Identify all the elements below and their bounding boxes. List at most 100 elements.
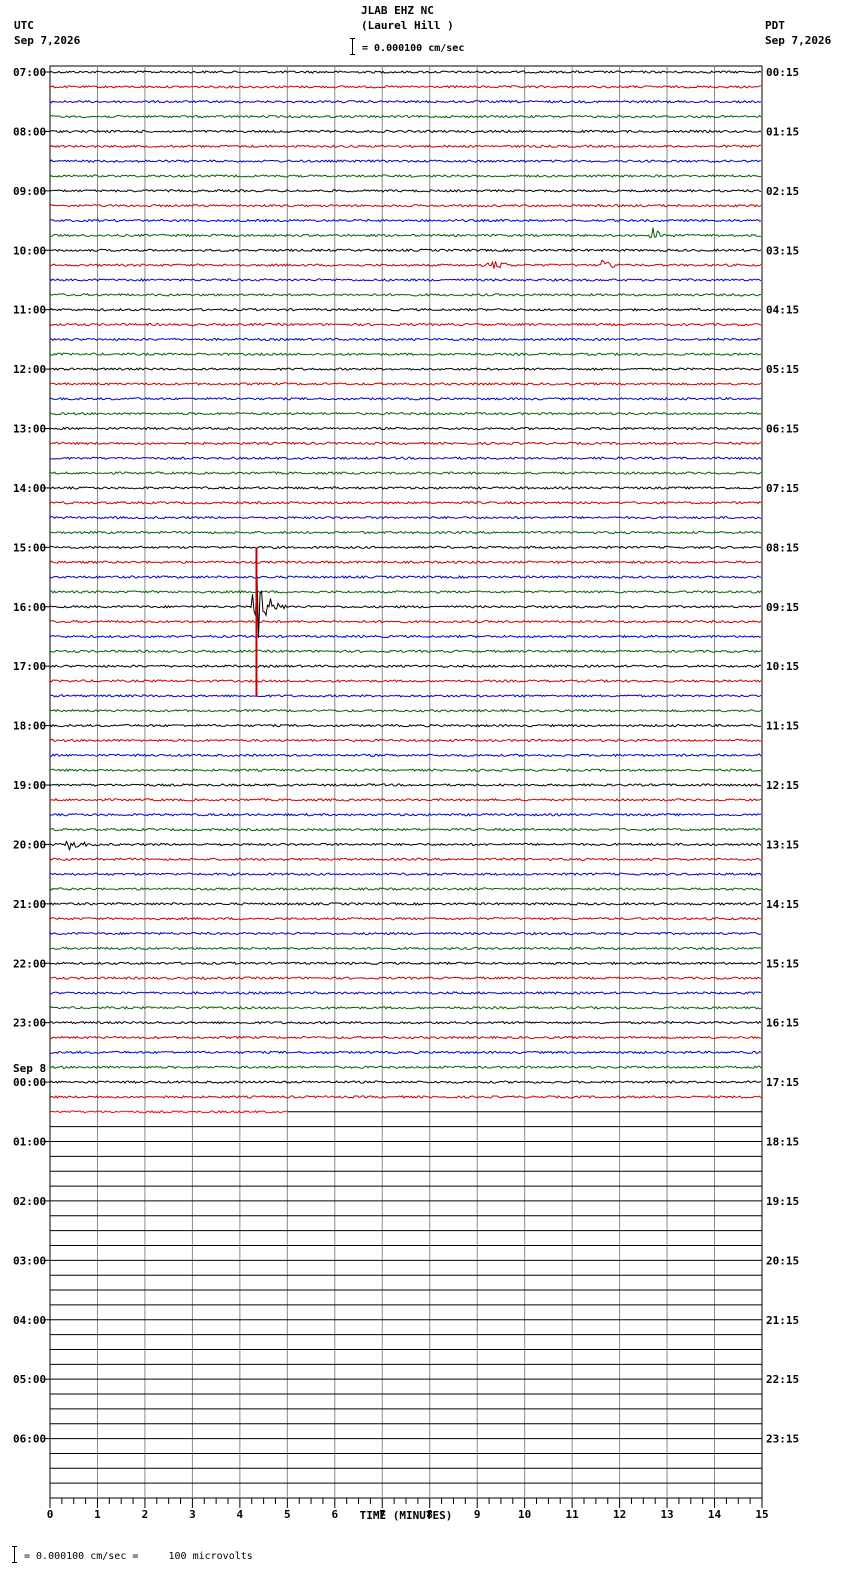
utc-hour-label: 23:00: [13, 1017, 46, 1030]
pdt-hour-label: 01:15: [766, 125, 799, 138]
pdt-hour-label: 04:15: [766, 304, 799, 317]
pdt-hour-label: 08:15: [766, 541, 799, 554]
x-tick-label: 9: [474, 1508, 481, 1521]
utc-hour-label: 05:00: [13, 1373, 46, 1386]
trace-line: [49, 840, 762, 851]
seismogram-plot: 07:00 00:15 08:00 01:15 09:00 02:15 10:00 03:15…: [13, 65, 799, 1522]
pdt-hour-label: 12:15: [766, 779, 799, 792]
utc-hour-label: 14:00: [13, 482, 46, 495]
trace-line: [49, 456, 762, 461]
trace-line: [49, 723, 762, 728]
trace-line: [49, 575, 762, 579]
x-tick-label: 15: [755, 1508, 768, 1521]
utc-hour-label: 09:00: [13, 185, 46, 198]
trace-line: [49, 1110, 288, 1114]
trace-line: [49, 396, 762, 401]
trace-line: [49, 1035, 762, 1040]
trace-line: [49, 188, 762, 193]
utc-hour-label: 11:00: [13, 304, 46, 317]
footer-scale-text: = 0.000100 cm/sec = 100 microvolts: [24, 1551, 253, 1562]
x-tick-label: 5: [284, 1508, 291, 1521]
pdt-hour-label: 13:15: [766, 838, 799, 851]
trace-line: [49, 278, 762, 282]
utc-hour-label: 21:00: [13, 898, 46, 911]
pdt-hour-label: 02:15: [766, 185, 799, 198]
trace-line: [49, 259, 762, 269]
trace-line: [49, 783, 762, 787]
utc-hour-label: 17:00: [13, 660, 46, 673]
trace-line: [49, 887, 762, 891]
trace-line: [49, 248, 762, 253]
trace-line: [49, 872, 762, 876]
x-tick-label: 10: [518, 1508, 531, 1521]
trace-line: [49, 827, 762, 832]
x-axis-label: TIME (MINUTES): [360, 1509, 453, 1522]
trace-line: [49, 292, 762, 297]
trace-line: [49, 381, 762, 386]
utc-hour-label: 15:00: [13, 541, 46, 554]
trace-line: [49, 753, 762, 758]
trace-line: [49, 574, 762, 638]
utc-hour-label: 13:00: [13, 423, 46, 436]
utc-hour-label: 18:00: [13, 720, 46, 733]
trace-line: [49, 857, 762, 862]
trace-line: [49, 901, 762, 906]
trace-line: [49, 159, 762, 163]
trace-line: [49, 515, 762, 520]
x-tick-label: 12: [613, 1508, 626, 1521]
date-change-label: Sep 8: [13, 1062, 46, 1075]
trace-line: [49, 218, 762, 223]
pdt-hour-label: 15:15: [766, 957, 799, 970]
trace-line: [49, 367, 762, 372]
trace-line: [50, 946, 762, 951]
trace-line: [49, 174, 762, 178]
trace-line: [49, 352, 762, 357]
pdt-hour-label: 16:15: [766, 1017, 799, 1030]
x-tick-label: 1: [94, 1508, 101, 1521]
trace-line: [49, 1050, 762, 1055]
pdt-hour-label: 19:15: [766, 1195, 799, 1208]
pdt-hour-label: 06:15: [766, 423, 799, 436]
trace-line: [49, 634, 762, 639]
utc-hour-label: 07:00: [13, 66, 46, 79]
trace-line: [49, 560, 762, 565]
trace-line: [49, 798, 762, 802]
trace-line: [50, 694, 762, 698]
pdt-hour-label: 00:15: [766, 66, 799, 79]
trace-line: [49, 679, 762, 683]
utc-hour-label: 06:00: [13, 1433, 46, 1446]
utc-hour-label: 10:00: [13, 244, 46, 257]
trace-line: [49, 530, 762, 535]
pdt-hour-label: 09:15: [766, 601, 799, 614]
pdt-hour-label: 03:15: [766, 244, 799, 257]
pdt-hour-label: 07:15: [766, 482, 799, 495]
trace-line: [49, 426, 762, 431]
utc-hour-label: 12:00: [13, 363, 46, 376]
x-tick-label: 0: [47, 1508, 54, 1521]
pdt-hour-label: 05:15: [766, 363, 799, 376]
pdt-hour-label: 21:15: [766, 1314, 799, 1327]
footer-scale-icon: [12, 1546, 17, 1563]
trace-line: [49, 991, 762, 995]
pdt-hour-label: 22:15: [766, 1373, 799, 1386]
trace-line: [49, 203, 762, 208]
trace-line: [49, 471, 762, 475]
utc-hour-label: 19:00: [13, 779, 46, 792]
pdt-hour-label: 17:15: [766, 1076, 799, 1089]
utc-hour-label: 04:00: [13, 1314, 46, 1327]
trace-line: [49, 916, 762, 921]
trace-line: [49, 84, 762, 89]
trace-line: [49, 664, 762, 668]
trace-line: [49, 1005, 762, 1010]
trace-line: [49, 129, 762, 134]
trace-line: [49, 619, 762, 624]
utc-hour-label: 20:00: [13, 838, 46, 851]
trace-line: [49, 976, 762, 981]
trace-line: [49, 144, 761, 149]
trace-line: [49, 337, 761, 342]
pdt-hour-label: 18:15: [766, 1136, 799, 1149]
trace-line: [49, 486, 761, 490]
trace-line: [49, 768, 762, 773]
trace-line: [49, 114, 762, 119]
pdt-hour-label: 11:15: [766, 720, 799, 733]
